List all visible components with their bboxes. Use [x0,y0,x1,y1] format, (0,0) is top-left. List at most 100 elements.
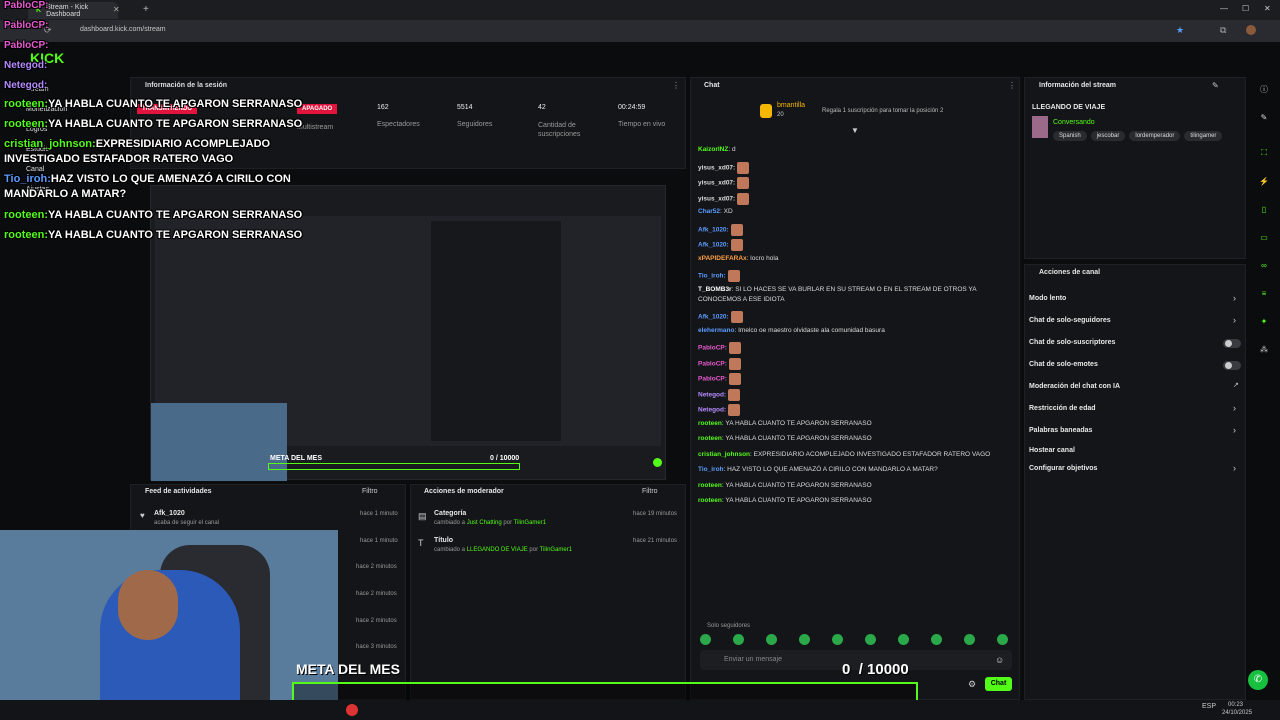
window-maximize-icon[interactable]: ☐ [1242,4,1249,13]
chat-kebab-icon[interactable]: ⋮ [1008,81,1016,90]
emote-shortcut-icon[interactable] [832,634,843,645]
emote-shortcut-icon[interactable] [799,634,810,645]
chat-username[interactable]: KaizorINZ [698,146,728,153]
session-info-kebab-icon[interactable]: ⋮ [672,81,680,90]
chat-username[interactable]: Tio_iroh: [698,273,726,280]
emote-picker-icon[interactable]: ☺ [995,655,1004,665]
chat-message: Char52: XD [698,208,733,215]
browser-titlebar [0,0,1280,20]
mod-filter-button[interactable]: Filtro [642,488,658,495]
category-name[interactable]: Conversando [1053,119,1095,126]
emote-shortcut-icon[interactable] [931,634,942,645]
overlay-chat-row: MANDARLO A MATAR? [4,188,126,200]
chat-username[interactable]: rooteen [698,497,722,504]
chat-username[interactable]: rooteen [698,482,722,489]
tag[interactable]: lordemperador [1129,131,1181,141]
chrome-taskbar-icon[interactable] [346,704,358,716]
expand-icon[interactable]: ⛶ [1257,146,1271,160]
top-gifter-user[interactable]: bmantilla [777,102,805,109]
url-field[interactable]: dashboard.kick.com/stream [80,26,166,33]
info-icon[interactable]: ⓘ [1257,82,1271,96]
chat-username[interactable]: Netegod: [698,407,726,414]
chat-username[interactable]: PabloCP: [698,345,727,352]
chat-username[interactable]: cristian_johnson [698,451,750,458]
close-tab-icon[interactable]: ✕ [113,5,120,14]
support-chat-icon[interactable]: ✆ [1248,670,1268,690]
stat-followers-value: 5514 [457,104,473,111]
sidebar-item-canal[interactable]: Canal [26,166,44,173]
chat-username[interactable]: Netegod: [698,391,726,398]
action-banned-words[interactable]: Palabras baneadas [1029,427,1092,434]
chat-username[interactable]: Afk_1020: [698,242,729,249]
chat-settings-icon[interactable]: ⚙ [968,679,976,690]
emote-icon [730,311,743,323]
category-icon: ▤ [418,511,427,521]
top-gifter-badge-icon [760,104,772,118]
chat-bubble-icon[interactable]: ▭ [1257,230,1271,244]
chat-username[interactable]: xPAPIDEFARAx [698,255,747,262]
overlay-chat-row: cristian_johnson:EXPRESIDIARIO ACOMPLEJA… [4,138,270,150]
chat-message: Afk_1020: [698,311,743,323]
link-icon[interactable]: ∞ [1257,258,1271,272]
emotes-only-toggle[interactable] [1223,361,1241,370]
emote-shortcut-icon[interactable] [766,634,777,645]
emote-shortcut-icon[interactable] [733,634,744,645]
list-icon[interactable]: ≡ [1257,286,1271,300]
action-age-restriction[interactable]: Restricción de edad [1029,405,1096,412]
emote-shortcut-icon[interactable] [997,634,1008,645]
chat-username[interactable]: rooteen [698,420,722,427]
action-ai-moderation[interactable]: Moderación del chat con IA [1029,383,1120,390]
edit-pencil-icon[interactable]: ✎ [1212,81,1219,90]
action-emotes-only[interactable]: Chat de solo-emotes [1029,361,1098,368]
chat-username[interactable]: yisus_xd07: [698,180,735,187]
tag[interactable]: Spanish [1053,131,1087,141]
wrench-icon[interactable]: ✦ [1257,314,1271,328]
emote-shortcut-icon[interactable] [865,634,876,645]
action-slow-mode[interactable]: Modo lento [1029,295,1066,302]
chat-username[interactable]: Afk_1020: [698,226,729,233]
chat-username[interactable]: yisus_xd07: [698,164,735,171]
tag[interactable]: tilingamer [1184,131,1223,141]
chat-username[interactable]: yisus_xd07: [698,195,735,202]
stat-subs-value: 42 [538,104,546,111]
chat-username[interactable]: elehermano [698,327,735,334]
chat-username[interactable]: PabloCP: [698,360,727,367]
nodes-icon[interactable]: ⁂ [1257,342,1271,356]
edit-icon[interactable]: ✎ [1257,110,1271,124]
activity-user[interactable]: Afk_1020 [154,510,185,517]
activity-filter-button[interactable]: Filtro [362,488,378,495]
subs-only-toggle[interactable] [1223,339,1241,348]
phone-icon[interactable]: ▯ [1257,202,1271,216]
extensions-icon[interactable]: ⧉ [1220,25,1226,36]
overlay-chat-row: Tio_iroh:HAZ VISTO LO QUE AMENAZÓ A CIRI… [4,173,291,185]
chat-username[interactable]: rooteen [698,435,722,442]
chat-username[interactable]: PabloCP: [698,376,727,383]
chat-message: yisus_xd07: [698,177,750,189]
send-chat-button[interactable]: Chat [985,677,1012,691]
chevron-right-icon: › [1233,403,1236,413]
action-subs-only[interactable]: Chat de solo-suscriptores [1029,339,1115,346]
emote-shortcut-icon[interactable] [700,634,711,645]
chat-scroll-arrow-icon[interactable]: ▼ [851,126,859,135]
chat-message: yisus_xd07: [698,161,750,174]
emote-shortcut-icon[interactable] [898,634,909,645]
chat-message: xPAPIDEFARAx: locro hola [698,255,778,262]
chat-username[interactable]: T_BOMB3r [698,286,732,293]
new-tab-icon[interactable]: + [143,4,149,15]
action-followers-only[interactable]: Chat de solo-seguidores [1029,317,1111,324]
window-minimize-icon[interactable]: — [1220,4,1228,13]
window-close-icon[interactable]: ✕ [1264,4,1271,13]
bookmark-star-icon[interactable]: ★ [1176,25,1184,36]
tag[interactable]: jescobar [1090,131,1126,141]
emote-shortcut-icon[interactable] [964,634,975,645]
profile-avatar[interactable] [1246,25,1256,35]
bolt-icon[interactable]: ⚡ [1257,174,1271,188]
overlay-username: PabloCP: [4,20,49,31]
chat-username[interactable]: Char52 [698,208,720,215]
chat-username[interactable]: Tio_iroh [698,466,724,473]
action-configure-goals[interactable]: Configurar objetivos [1029,465,1097,472]
chat-message: Netegod: [698,388,741,401]
chat-username[interactable]: Afk_1020: [698,314,729,321]
action-host-channel[interactable]: Hostear canal [1029,447,1075,454]
chat-message: rooteen: YA HABLA CUANTO TE APGARON SERR… [698,497,872,504]
